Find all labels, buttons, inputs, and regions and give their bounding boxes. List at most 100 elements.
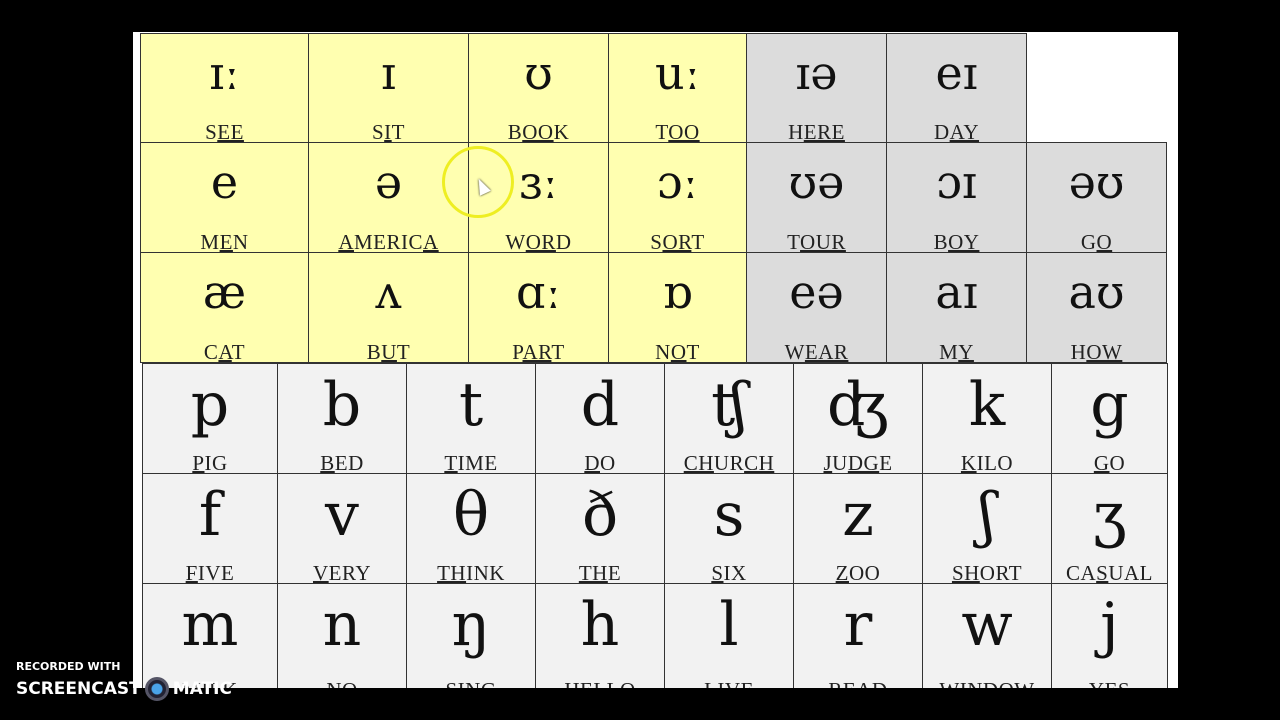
diphthong-cell: əʊ GO — [1026, 142, 1167, 254]
consonant-cell: j YES — [1051, 583, 1168, 688]
consonant-cell: ʤ JUDGE — [793, 363, 923, 475]
monophthong-cell: ʌ BUT — [308, 252, 469, 364]
consonant-cell: ʃ SHORT — [922, 473, 1052, 585]
screencast-logo-icon — [144, 677, 169, 701]
monophthong-cell: ɒ NOT — [608, 252, 747, 364]
diphthong-cell: aɪ MY — [886, 252, 1027, 364]
example-word: MY — [939, 340, 974, 364]
watermark-brand-left: SCREENCAST — [16, 679, 141, 699]
phoneme-symbol: f — [198, 480, 222, 550]
phoneme-symbol: ɪə — [795, 46, 838, 100]
example-word: PART — [512, 340, 565, 364]
phoneme-symbol: s — [713, 480, 745, 550]
phoneme-symbol: ɑː — [516, 265, 561, 319]
phoneme-symbol: k — [968, 370, 1006, 440]
consonant-cell: ʒ CASUAL — [1051, 473, 1168, 585]
phoneme-symbol: ɔɪ — [936, 155, 977, 209]
example-word: READ — [794, 678, 922, 688]
consonant-cell: f FIVE — [142, 473, 278, 585]
phoneme-symbol: ʊə — [788, 155, 845, 209]
consonant-cell: w WINDOW — [922, 583, 1052, 688]
phoneme-symbol: ɪ — [381, 46, 396, 100]
phoneme-symbol: m — [181, 590, 239, 660]
phoneme-symbol: d — [580, 370, 620, 440]
monophthong-cell: e MEN — [140, 142, 309, 254]
example-word: CAT — [203, 340, 246, 364]
phoneme-symbol: uː — [654, 46, 701, 100]
consonant-cell: v VERY — [277, 473, 407, 585]
example-word: HELLO — [536, 678, 664, 688]
phoneme-symbol: ɪː — [209, 46, 240, 100]
phoneme-symbol: g — [1090, 370, 1129, 440]
phoneme-symbol: w — [961, 590, 1013, 660]
example-word: BUT — [366, 340, 411, 364]
monophthong-cell: ɔː SORT — [608, 142, 747, 254]
phoneme-symbol: ɔː — [656, 155, 699, 209]
consonant-cell: ð THE — [535, 473, 665, 585]
screencast-watermark: RECORDED WITH SCREENCAST MATIC — [16, 660, 232, 701]
phoneme-symbol: j — [1100, 590, 1119, 660]
phoneme-symbol: p — [190, 370, 230, 440]
diphthong-cell: eɪ DAY — [886, 33, 1027, 144]
phoneme-symbol: ʒ — [1092, 480, 1127, 550]
consonant-cell: r READ — [793, 583, 923, 688]
phoneme-symbol: ʤ — [827, 370, 889, 440]
example-word: NOT — [655, 340, 700, 364]
phoneme-symbol: ʌ — [375, 265, 402, 319]
consonant-cell: s SIX — [664, 473, 794, 585]
consonant-cell: ʧ CHURCH — [664, 363, 794, 475]
phoneme-symbol: θ — [452, 480, 490, 550]
phoneme-symbol: aɪ — [935, 265, 978, 319]
diphthong-cell: ɪə HERE — [746, 33, 887, 144]
phoneme-symbol: ŋ — [451, 590, 491, 660]
consonant-cell: t TIME — [406, 363, 536, 475]
diphthong-cell: ʊə TOUR — [746, 142, 887, 254]
diphthong-cell: eə WEAR — [746, 252, 887, 364]
monophthong-cell: ɑː PART — [468, 252, 609, 364]
example-word: WEAR — [784, 340, 849, 364]
consonant-cell: b BED — [277, 363, 407, 475]
consonant-cell: n NO — [277, 583, 407, 688]
phoneme-symbol: l — [719, 590, 739, 660]
phoneme-symbol: e — [210, 155, 239, 209]
monophthong-cell: uː TOO — [608, 33, 747, 144]
phoneme-symbol: ʊ — [524, 46, 553, 100]
phoneme-symbol: t — [458, 370, 484, 440]
example-word: NO — [278, 678, 406, 688]
phoneme-symbol: əʊ — [1068, 155, 1125, 209]
example-word: LIVE — [665, 678, 793, 688]
phoneme-symbol: h — [580, 590, 620, 660]
watermark-brand-right: MATIC — [172, 679, 232, 699]
consonant-cell: k KILO — [922, 363, 1052, 475]
consonant-cell: g GO — [1051, 363, 1168, 475]
monophthong-cell: ɪː SEE — [140, 33, 309, 144]
phoneme-symbol: b — [322, 370, 362, 440]
phoneme-symbol: ð — [581, 480, 619, 550]
phoneme-symbol: z — [842, 480, 874, 550]
consonant-cell: p PIG — [142, 363, 278, 475]
monophthong-cell: ɪ SIT — [308, 33, 469, 144]
consonant-cell: z ZOO — [793, 473, 923, 585]
monophthong-cell: ʊ BOOK — [468, 33, 609, 144]
example-word: SING — [407, 678, 535, 688]
phoneme-symbol: ʧ — [711, 370, 747, 440]
phoneme-symbol: v — [325, 480, 359, 550]
example-word: YES — [1052, 678, 1167, 688]
consonant-cell: d DO — [535, 363, 665, 475]
consonant-cell: h HELLO — [535, 583, 665, 688]
consonant-cell: ŋ SING — [406, 583, 536, 688]
watermark-recorded-with: RECORDED WITH — [16, 660, 121, 673]
phoneme-symbol: ɒ — [662, 265, 693, 319]
monophthong-cell: æ CAT — [140, 252, 309, 364]
phoneme-symbol: eə — [789, 265, 844, 319]
phoneme-symbol: r — [843, 590, 873, 660]
phoneme-symbol: n — [322, 590, 362, 660]
phoneme-symbol: ʃ — [978, 480, 996, 550]
phoneme-symbol: aʊ — [1068, 265, 1125, 319]
phoneme-symbol: eɪ — [935, 46, 978, 100]
consonant-cell: θ THINK — [406, 473, 536, 585]
ipa-chart: ɪː SEE ɪ SIT ʊ BOOK uː TOO e MEN ə AMERICA ɜː WORD ɔː S… — [133, 32, 1178, 688]
consonant-cell: l LIVE — [664, 583, 794, 688]
diphthong-cell: ɔɪ BOY — [886, 142, 1027, 254]
phoneme-symbol: æ — [202, 265, 247, 319]
